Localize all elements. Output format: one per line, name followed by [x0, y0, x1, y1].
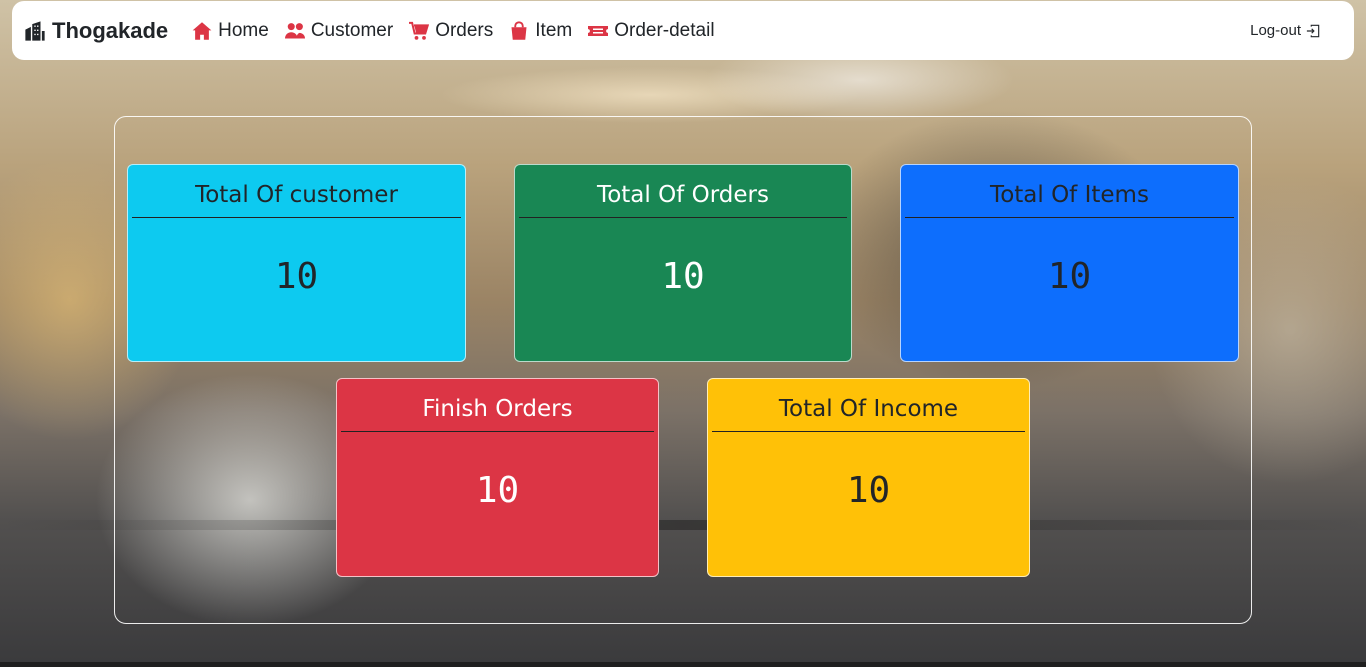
- nav-item-label: Order-detail: [614, 19, 715, 41]
- nav-item-label: Orders: [435, 19, 494, 41]
- card-value: 10: [274, 256, 319, 297]
- navbar: Thogakade Home Customer Orders Item Orde…: [12, 1, 1354, 60]
- house-icon: [192, 21, 212, 40]
- nav-item-item[interactable]: Item: [509, 20, 572, 42]
- nav-item-home[interactable]: Home: [192, 20, 269, 42]
- logout-icon: [1306, 24, 1320, 37]
- cart-icon: [409, 21, 430, 40]
- card-value: 10: [475, 470, 520, 511]
- people-icon: [284, 22, 305, 38]
- taskbar: [0, 662, 1366, 667]
- logout-label: Log-out: [1250, 22, 1301, 39]
- nav-item-label: Home: [218, 19, 269, 41]
- card-total-items: Total Of Items 10: [900, 164, 1239, 362]
- logout-button[interactable]: Log-out: [1250, 22, 1320, 39]
- card-total-orders: Total Of Orders 10: [514, 164, 852, 362]
- divider: [905, 217, 1234, 218]
- card-finish-orders: Finish Orders 10: [336, 378, 659, 577]
- bag-icon: [511, 20, 527, 40]
- brand-label: Thogakade: [52, 17, 169, 43]
- nav-item-customer[interactable]: Customer: [284, 19, 394, 42]
- nav-item-label: Customer: [310, 19, 394, 41]
- card-total-income: Total Of Income 10: [707, 378, 1030, 577]
- card-value: 10: [846, 470, 891, 511]
- card-value: 10: [661, 256, 705, 297]
- card-title: Total Of Items: [990, 182, 1149, 208]
- nav-item-label: Item: [535, 19, 573, 41]
- ticket-icon: [588, 25, 609, 36]
- nav-item-orders[interactable]: Orders: [409, 20, 493, 42]
- card-title: Total Of Orders: [597, 182, 769, 208]
- divider: [132, 217, 461, 218]
- nav-item-order-detail[interactable]: Order-detail: [588, 19, 715, 42]
- divider: [519, 217, 847, 218]
- divider: [712, 431, 1025, 432]
- card-title: Total Of Income: [778, 396, 959, 422]
- card-value: 10: [1047, 256, 1092, 297]
- buildings-icon: [25, 20, 45, 41]
- card-title: Finish Orders: [422, 396, 573, 422]
- card-title: Total Of customer: [195, 182, 398, 208]
- divider: [341, 431, 654, 432]
- brand[interactable]: Thogakade: [24, 18, 168, 44]
- card-total-customer: Total Of customer 10: [127, 164, 466, 362]
